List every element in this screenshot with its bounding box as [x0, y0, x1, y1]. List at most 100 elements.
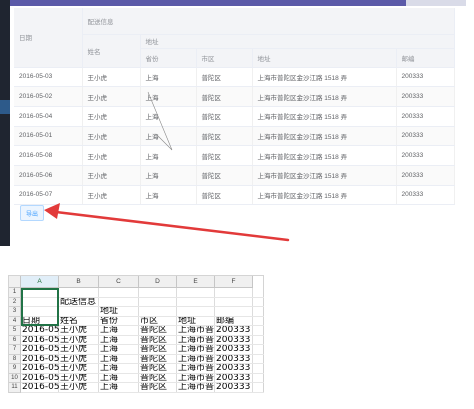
row-header[interactable]: 5	[9, 326, 21, 336]
row-header[interactable]: 11	[9, 383, 21, 393]
sheet-data-cell[interactable]: 上海	[100, 345, 139, 355]
cell-address: 上海市普陀区金沙江路 1518 弄	[252, 145, 397, 166]
sheet-data-cell[interactable]: 2016-05-0	[22, 355, 59, 365]
sheet-header-cell[interactable]: 姓名	[60, 317, 99, 327]
sheet-data-cell[interactable]: 王小虎	[60, 383, 99, 393]
cell-postcode: 200333	[396, 185, 455, 206]
column-header-f[interactable]: F	[215, 276, 253, 288]
sheet-data-cell[interactable]: 上海市普	[178, 355, 215, 365]
table-row: 2016-05-01 王小虎 上海 普陀区 上海市普陀区金沙江路 1518 弄 20033…	[14, 126, 455, 147]
sheet-cell-delivery-info[interactable]: 配送信息	[60, 298, 180, 308]
sheet-data-cell[interactable]: 2016-05-0	[22, 326, 59, 336]
sheet-data-cell[interactable]: 2016-05-0	[22, 345, 59, 355]
sheet-data-cell[interactable]: 普陀区	[140, 345, 177, 355]
sheet-data-cell[interactable]: 上海	[100, 336, 139, 346]
sheet-data-cell[interactable]: 上海市普	[178, 374, 215, 384]
sheet-data-cell[interactable]: 200333	[216, 355, 253, 365]
sheet-header-cell[interactable]: 邮编	[216, 317, 253, 327]
sheet-data-cell[interactable]: 普陀区	[140, 383, 177, 393]
sheet-data-cell[interactable]: 200333	[216, 326, 253, 336]
sheet-data-cell[interactable]: 2016-05-0	[22, 364, 59, 374]
row-header[interactable]: 9	[9, 364, 21, 374]
cell-province: 上海	[140, 165, 197, 186]
delivery-table-container: 日期 配送信息 姓名 地址 省份 市区 地址 邮编 2016-05-03 王小虎上…	[14, 8, 455, 206]
sheet-data-cell[interactable]: 200333	[216, 364, 253, 374]
row-header[interactable]: 2	[9, 297, 21, 307]
cell-address: 上海市普陀区金沙江路 1518 弄	[252, 165, 397, 186]
sheet-data-cell[interactable]: 王小虎	[60, 345, 99, 355]
cell-postcode: 200333	[396, 106, 455, 127]
row-header[interactable]: 10	[9, 373, 21, 383]
sheet-data-cell[interactable]: 普陀区	[140, 364, 177, 374]
row-header[interactable]: 7	[9, 345, 21, 355]
delivery-table-body: 2016-05-03 王小虎 上海 普陀区 上海市普陀区金沙江路 1518 弄 20033…	[14, 67, 455, 206]
table-row: 2016-05-03 王小虎 上海 普陀区 上海市普陀区金沙江路 1518 弄 20033…	[14, 67, 455, 88]
sheet-header-cell[interactable]: 省份	[100, 317, 139, 327]
row-header[interactable]: 8	[9, 354, 21, 364]
selected-cell[interactable]	[21, 288, 59, 326]
sheet-data-cell[interactable]: 上海	[100, 383, 139, 393]
cell-postcode: 200333	[396, 67, 455, 88]
column-header-d[interactable]: D	[139, 276, 177, 288]
sheet-data-cell[interactable]: 上海	[100, 355, 139, 365]
column-header-c[interactable]: C	[99, 276, 139, 288]
sheet-data-cell[interactable]: 上海市普	[178, 364, 215, 374]
sheet-data-cell[interactable]: 上海	[100, 374, 139, 384]
sheet-data-cell[interactable]: 王小虎	[60, 326, 99, 336]
sheet-data-cell[interactable]: 200333	[216, 345, 253, 355]
cell-province: 上海	[140, 67, 197, 88]
cell-date: 2016-05-06	[14, 165, 83, 186]
cell-date: 2016-05-01	[14, 126, 83, 147]
sheet-data-cell[interactable]: 王小虎	[60, 355, 99, 365]
sheet-data-cell[interactable]: 上海市普	[178, 326, 215, 336]
row-header[interactable]: 3	[9, 307, 21, 317]
sheet-data-cell[interactable]: 普陀区	[140, 374, 177, 384]
sheet-data-cell[interactable]: 上海市普	[178, 383, 215, 393]
top-bar	[10, 0, 466, 6]
header-postcode: 邮编	[396, 48, 455, 68]
header-province: 省份	[140, 48, 197, 68]
sheet-data-cell[interactable]: 2016-05-0	[22, 374, 59, 384]
sheet-data-cell[interactable]: 200333	[216, 383, 253, 393]
header-district: 市区	[196, 48, 253, 68]
column-header-b[interactable]: B	[59, 276, 99, 288]
sheet-data-cell[interactable]: 200333	[216, 336, 253, 346]
sheet-data-cell[interactable]: 上海	[100, 326, 139, 336]
sidebar-frame	[0, 0, 10, 246]
cell-address: 上海市普陀区金沙江路 1518 弄	[252, 106, 397, 127]
cell-postcode: 200333	[396, 145, 455, 166]
table-row: 2016-05-06 王小虎 上海 普陀区 上海市普陀区金沙江路 1518 弄 20033…	[14, 165, 455, 186]
column-header-a[interactable]: A	[21, 276, 59, 288]
sheet-corner[interactable]	[9, 276, 21, 288]
sheet-data-cell[interactable]: 王小虎	[60, 336, 99, 346]
cell-district: 普陀区	[196, 145, 253, 166]
sheet-header-cell[interactable]: 地址	[178, 317, 215, 327]
header-address: 地址	[252, 48, 397, 68]
table-row: 2016-05-08 王小虎 上海 普陀区 上海市普陀区金沙江路 1518 弄 20033…	[14, 145, 455, 166]
sheet-data-cell[interactable]: 普陀区	[140, 326, 177, 336]
sheet-data-cell[interactable]: 2016-05-0	[22, 383, 59, 393]
sheet-data-cell[interactable]: 上海市普	[178, 336, 215, 346]
cell-district: 普陀区	[196, 106, 253, 127]
row-header[interactable]: 4	[9, 316, 21, 326]
row-header[interactable]: 6	[9, 335, 21, 345]
sheet-data-cell[interactable]: 上海	[100, 364, 139, 374]
sheet-data-cell[interactable]: 2016-05-0	[22, 336, 59, 346]
cell-address: 上海市普陀区金沙江路 1518 弄	[252, 126, 397, 147]
table-row: 2016-05-04 王小虎 上海 普陀区 上海市普陀区金沙江路 1518 弄 20033…	[14, 106, 455, 127]
export-button[interactable]: 导出	[20, 205, 44, 221]
cell-postcode: 200333	[396, 126, 455, 147]
sheet-cell-address-group[interactable]: 地址	[100, 307, 160, 317]
sheet-data-cell[interactable]: 王小虎	[60, 364, 99, 374]
column-header-e[interactable]: E	[177, 276, 215, 288]
table-row: 2016-05-07 王小虎 上海 普陀区 上海市普陀区金沙江路 1518 弄 20033…	[14, 185, 455, 206]
cell-name: 王小虎	[82, 106, 141, 127]
cell-name: 王小虎	[82, 165, 141, 186]
row-header[interactable]: 1	[9, 288, 21, 298]
sheet-data-cell[interactable]: 王小虎	[60, 374, 99, 384]
sheet-header-cell[interactable]: 市区	[140, 317, 177, 327]
sheet-data-cell[interactable]: 200333	[216, 374, 253, 384]
sheet-data-cell[interactable]: 上海市普	[178, 345, 215, 355]
sheet-data-cell[interactable]: 普陀区	[140, 355, 177, 365]
sheet-data-cell[interactable]: 普陀区	[140, 336, 177, 346]
